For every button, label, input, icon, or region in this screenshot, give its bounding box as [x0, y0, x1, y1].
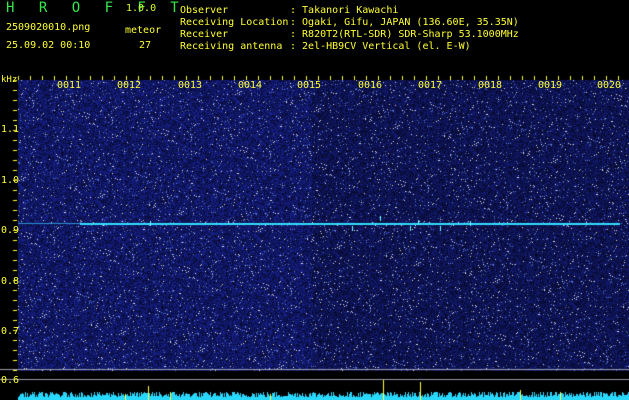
x-tick-label: 0020 — [597, 80, 622, 91]
observer-label: Observer — [180, 5, 229, 16]
app-logo: H R O F F T — [6, 0, 187, 16]
y-tick-label: 0.7 — [1, 326, 20, 337]
y-tick-label: 0.6 — [1, 375, 20, 386]
x-tick-label: 0012 — [117, 80, 142, 91]
x-tick-label: 0013 — [178, 80, 203, 91]
x-tick-label: 0017 — [418, 80, 443, 91]
y-axis-unit: kHz — [1, 75, 18, 85]
location-value: : Ogaki, Gifu, JAPAN (136.60E, 35.35N) — [290, 17, 519, 28]
header-panel: H R O F F T 1.0.0 2509020010.png 25.09.0… — [0, 0, 629, 58]
x-tick-label: 0019 — [538, 80, 563, 91]
y-tick-label: 1.0 — [1, 175, 20, 186]
x-tick-label: 0018 — [478, 80, 503, 91]
y-tick-label: 0.9 — [1, 225, 20, 236]
y-tick-label: 1.1 — [1, 124, 20, 135]
file-name: 2509020010.png — [6, 22, 91, 33]
antenna-value: : 2el-HB9CV Vertical (el. E-W) — [290, 41, 471, 52]
app-version: 1.0.0 — [126, 3, 157, 14]
location-label: Receiving Location — [180, 17, 289, 28]
waterfall-spectrogram — [0, 58, 629, 400]
receiver-value: : R820T2(RTL-SDR) SDR-Sharp 53.1000MHz — [290, 29, 519, 40]
x-tick-label: 0014 — [238, 80, 263, 91]
meteor-label: meteor — [125, 25, 162, 36]
meteor-count: 27 — [139, 40, 152, 51]
x-tick-label: 0016 — [358, 80, 383, 91]
x-tick-label: 0015 — [297, 80, 322, 91]
y-tick-label: 0.8 — [1, 276, 20, 287]
receiver-label: Receiver — [180, 29, 229, 40]
date-time: 25.09.02 00:10 — [6, 40, 91, 51]
observer-value: : Takanori Kawachi — [290, 5, 399, 16]
x-tick-label: 0011 — [57, 80, 82, 91]
antenna-label: Receiving antenna — [180, 41, 283, 52]
